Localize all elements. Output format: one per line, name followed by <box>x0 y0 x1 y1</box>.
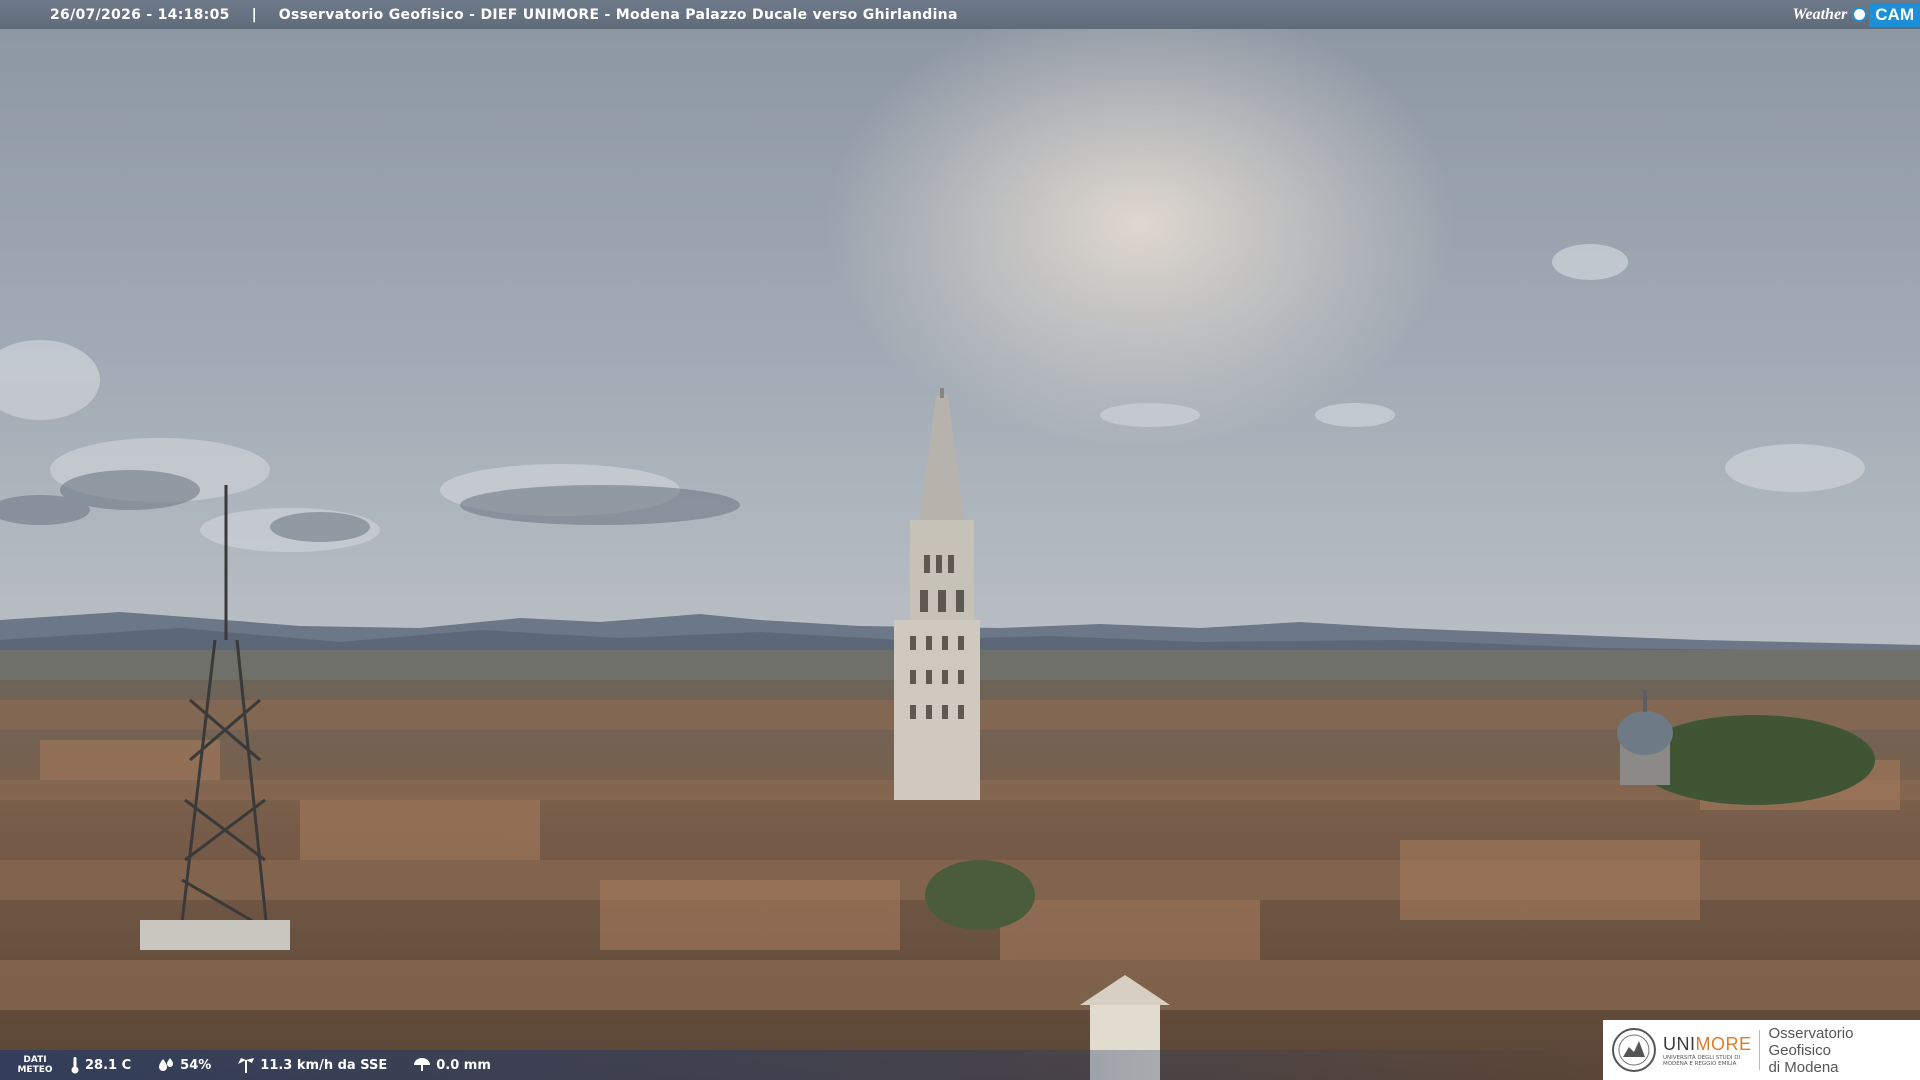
wind-icon <box>238 1058 255 1073</box>
timestamp: 26/07/2026 - 14:18:05 <box>50 6 230 23</box>
weather-data-label: DATI METEO <box>17 1055 53 1075</box>
humidity-value: 54% <box>180 1057 212 1073</box>
weathercam-logo-cam: CAM <box>1869 2 1920 27</box>
unimore-logo-panel: UNIMORE UNIVERSITÀ DEGLI STUDI DI MODENA… <box>1603 1020 1920 1080</box>
camera-info-bar: 26/07/2026 - 14:18:05 | Osservatorio Geo… <box>0 0 1920 29</box>
humidity-reading: 54% <box>157 1057 211 1073</box>
rain-reading: 0.0 mm <box>413 1057 491 1073</box>
humidity-drops-icon <box>159 1058 174 1071</box>
weather-data-bar: DATI METEO 28.1 C 54% 11.3 km/h da SSE 0… <box>0 1050 1600 1080</box>
unimore-wordmark: UNIMORE UNIVERSITÀ DEGLI STUDI DI MODENA… <box>1662 1033 1752 1067</box>
umbrella-icon <box>414 1058 431 1071</box>
webcam-image <box>0 0 1920 1080</box>
thermometer-icon <box>71 1057 79 1074</box>
wind-reading: 11.3 km/h da SSE <box>237 1056 387 1074</box>
divider <box>1759 1030 1761 1070</box>
temperature-reading: 28.1 C <box>70 1056 131 1074</box>
temperature-value: 28.1 C <box>85 1057 132 1073</box>
lens-icon <box>1852 7 1868 22</box>
camera-location: Osservatorio Geofisico - DIEF UNIMORE - … <box>278 6 958 23</box>
separator: | <box>251 6 257 23</box>
weathercam-logo: Weather CAM <box>1789 2 1920 27</box>
university-seal-icon <box>1611 1028 1656 1072</box>
wind-value: 11.3 km/h da SSE <box>260 1057 388 1073</box>
weathercam-logo-weather: Weather <box>1792 5 1848 23</box>
observatory-name: Osservatorio Geofisico di Modena <box>1768 1024 1854 1076</box>
rain-value: 0.0 mm <box>436 1057 491 1073</box>
